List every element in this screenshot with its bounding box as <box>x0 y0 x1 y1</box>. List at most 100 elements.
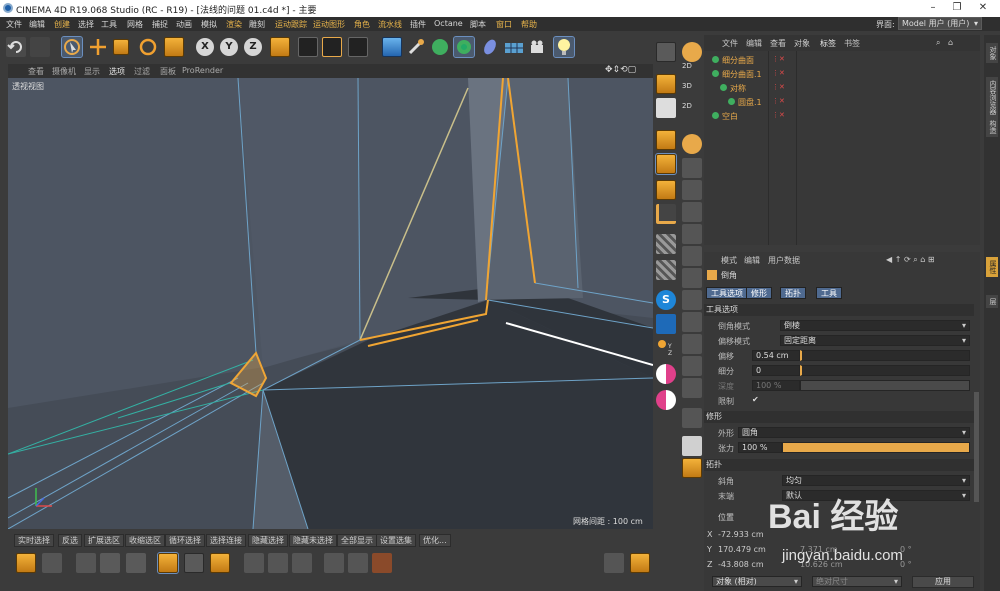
object-menu-5[interactable]: 书签 <box>844 38 860 49</box>
sphere-split-icon[interactable] <box>656 364 676 384</box>
offset-mode-dropdown[interactable]: 固定距离 <box>780 335 970 346</box>
right-tab-0[interactable]: 对象 <box>986 43 998 63</box>
tension-slider[interactable] <box>782 442 970 453</box>
maximize-button[interactable]: ❐ <box>950 2 964 14</box>
redo-button[interactable] <box>30 37 50 57</box>
right-tab-2[interactable]: 构造 <box>986 117 998 137</box>
subdiv-input[interactable]: 0 <box>752 365 800 376</box>
axis-icon[interactable] <box>292 553 312 573</box>
attribute-tab-2[interactable]: 拓扑 <box>780 287 806 299</box>
camera-icon[interactable] <box>528 37 548 57</box>
attribute-tab-1[interactable]: 修形 <box>746 287 772 299</box>
tweak-icon[interactable] <box>348 553 368 573</box>
perspective-viewport[interactable]: 透视视图 网格间距 : 100 cm <box>8 78 653 529</box>
selection-tab-6[interactable]: 隐藏选择 <box>248 534 288 547</box>
object-row[interactable]: 空白 ⋮✕ <box>704 109 980 123</box>
selection-tab-4[interactable]: 循环选择 <box>165 534 205 547</box>
viewport-menu-6[interactable]: ProRender <box>182 66 223 75</box>
menu-18[interactable]: 窗口 <box>496 19 512 30</box>
minimize-button[interactable]: – <box>926 2 940 14</box>
polygon-object-icon[interactable] <box>656 180 676 200</box>
menu-4[interactable]: 工具 <box>101 19 117 30</box>
object-row[interactable]: 圆盘.1 ⋮✕ <box>704 95 980 109</box>
light-icon[interactable] <box>553 36 575 58</box>
model-tool-icon[interactable] <box>656 74 676 94</box>
limit-checkbox[interactable]: ✔ <box>752 395 759 404</box>
menu-5[interactable]: 网格 <box>127 19 143 30</box>
menu-2[interactable]: 创建 <box>54 19 70 30</box>
size-mode-dropdown[interactable]: 绝对尺寸 <box>812 576 902 587</box>
attribute-menu-1[interactable]: 编辑 <box>744 255 760 266</box>
spline-tool-10-icon[interactable] <box>682 356 702 376</box>
soft-selection-icon[interactable] <box>324 553 344 573</box>
grid-lock-icon[interactable] <box>656 260 676 280</box>
menu-11[interactable]: 运动跟踪 <box>275 19 307 30</box>
move-icon[interactable] <box>88 37 108 57</box>
selection-tab-10[interactable]: 优化... <box>419 534 451 547</box>
menu-3[interactable]: 选择 <box>78 19 94 30</box>
attribute-tab-0[interactable]: 工具选项 <box>706 287 748 299</box>
close-button[interactable]: ✕ <box>976 2 990 14</box>
offset-slider[interactable] <box>800 350 970 361</box>
xyz-icon[interactable]: YZ <box>656 338 676 358</box>
attribute-menu-2[interactable]: 用户数据 <box>768 255 800 266</box>
pen-spline-icon[interactable] <box>406 37 426 57</box>
spline-tool-9-icon[interactable] <box>682 334 702 354</box>
grid-pattern-icon[interactable] <box>656 234 676 254</box>
attribute-menu-0[interactable]: 模式 <box>721 255 737 266</box>
tag-icon[interactable] <box>682 134 702 154</box>
scale-icon[interactable] <box>113 39 129 55</box>
offset-input[interactable]: 0.54 cm <box>752 350 800 361</box>
object-menu-0[interactable]: 文件 <box>722 38 738 49</box>
selection-tab-5[interactable]: 选择连接 <box>206 534 246 547</box>
edge-mode-icon[interactable] <box>126 553 146 573</box>
z-axis-lock-icon[interactable]: Z <box>244 38 262 56</box>
menu-16[interactable]: Octane <box>434 19 463 28</box>
subdivision-surface-icon[interactable] <box>430 37 450 57</box>
bevel-mode-dropdown[interactable]: 倒棱 <box>780 320 970 331</box>
live-selection-button[interactable] <box>61 36 83 58</box>
recent-object-icon[interactable] <box>164 37 184 57</box>
snap-icon[interactable] <box>268 553 288 573</box>
menu-15[interactable]: 插件 <box>410 19 426 30</box>
render-settings-icon[interactable] <box>348 37 368 57</box>
texture-mode-icon[interactable] <box>184 553 204 573</box>
depth-input[interactable]: 100 % <box>752 380 800 391</box>
selection-tab-1[interactable]: 反选 <box>58 534 82 547</box>
x-axis-lock-icon[interactable]: X <box>196 38 214 56</box>
visibility-toggle-icon[interactable]: ⋮✕ <box>772 83 785 91</box>
search-icon[interactable]: ⌕ <box>936 38 940 48</box>
selection-tab-9[interactable]: 设置选集 <box>376 534 416 547</box>
s-plugin-icon[interactable]: S <box>656 290 676 310</box>
menu-1[interactable]: 编辑 <box>29 19 45 30</box>
object-row[interactable]: 细分曲面.1 ⋮✕ <box>704 67 980 81</box>
menu-13[interactable]: 角色 <box>354 19 370 30</box>
selection-tab-0[interactable]: 实时选择 <box>14 534 54 547</box>
spline-tool-1-icon[interactable] <box>682 158 702 178</box>
spline-tool-4-icon[interactable] <box>682 224 702 244</box>
cube-primitive-icon[interactable] <box>382 37 402 57</box>
paint-icon[interactable] <box>682 42 702 62</box>
render-picture-viewer-icon[interactable] <box>322 37 342 57</box>
object-menu-2[interactable]: 查看 <box>770 38 786 49</box>
2d-view-icon[interactable]: 2D <box>682 62 702 82</box>
spline-tool-11-icon[interactable] <box>682 378 702 398</box>
sculpt-icon[interactable] <box>42 553 62 573</box>
visibility-toggle-icon[interactable]: ⋮✕ <box>772 111 785 119</box>
solo-icon[interactable] <box>630 553 650 573</box>
viewport-menu-4[interactable]: 过滤 <box>134 66 150 77</box>
object-menu-1[interactable]: 编辑 <box>746 38 762 49</box>
grid-snap-icon[interactable] <box>604 553 624 573</box>
coordinate-system-icon[interactable] <box>270 37 290 57</box>
nav-arrows-icon[interactable]: ◀ ↑ ⟳ ⌕ ⌂ ⊞ <box>886 255 935 265</box>
subdiv-slider[interactable] <box>800 365 970 376</box>
menu-17[interactable]: 脚本 <box>470 19 486 30</box>
points-mode-icon[interactable] <box>100 553 120 573</box>
viewport-nav-icon[interactable]: ✥⇕⟲▢ <box>605 65 636 75</box>
attribute-tab-3[interactable]: 工具 <box>816 287 842 299</box>
workplane-icon[interactable] <box>244 553 264 573</box>
selection-tab-7[interactable]: 隐藏未选择 <box>289 534 337 547</box>
menu-0[interactable]: 文件 <box>6 19 22 30</box>
selection-tab-8[interactable]: 全部显示 <box>337 534 377 547</box>
render-view-icon[interactable] <box>298 37 318 57</box>
